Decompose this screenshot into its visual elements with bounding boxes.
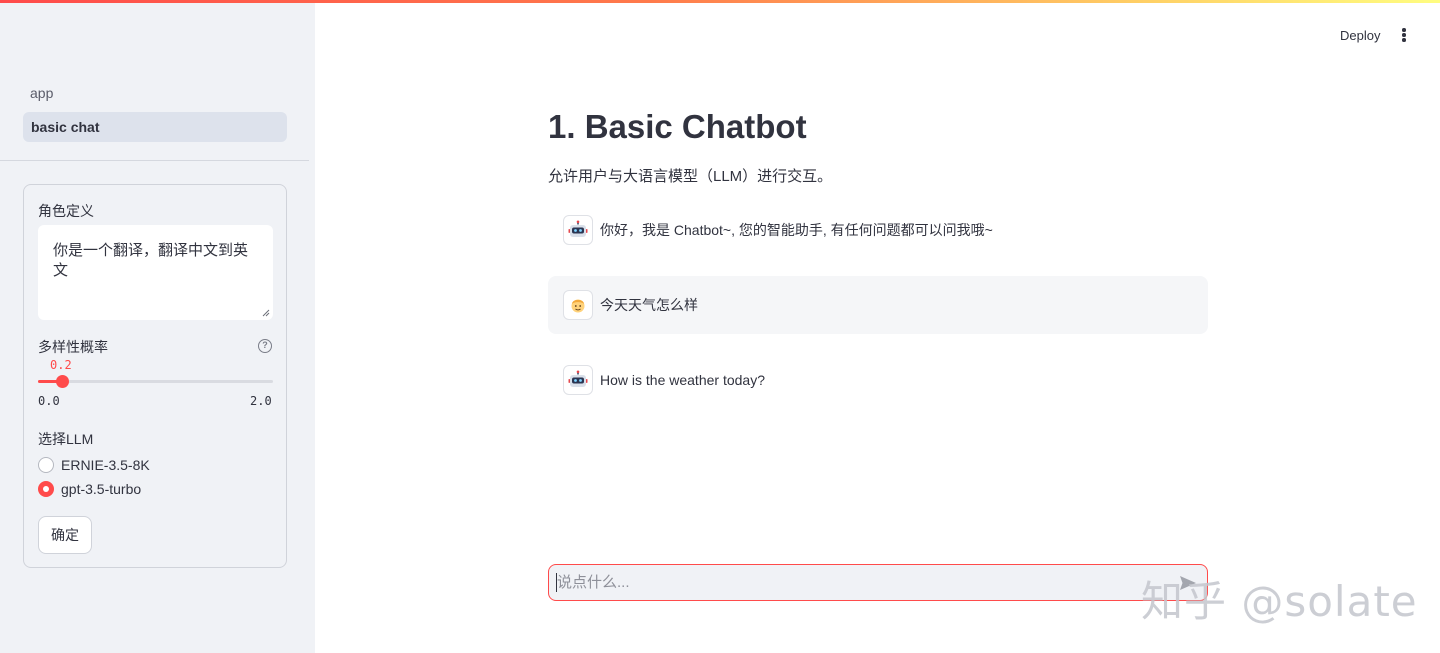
robot-icon bbox=[563, 215, 593, 245]
help-circle-icon[interactable]: ? bbox=[258, 339, 272, 353]
temperature-slider[interactable] bbox=[38, 375, 273, 388]
role-text-line2: 文 bbox=[53, 262, 69, 279]
sidebar-divider bbox=[0, 160, 309, 161]
message-text: 今天天气怎么样 bbox=[600, 297, 698, 313]
role-text-line1: 你是一个翻译，翻译中文到英 bbox=[53, 242, 249, 259]
resize-handle-icon[interactable] bbox=[262, 309, 270, 317]
slider-max: 2.0 bbox=[250, 394, 272, 408]
chat-input-box[interactable] bbox=[548, 564, 1208, 601]
temperature-label: 多样性概率 bbox=[38, 339, 108, 355]
settings-form: 角色定义 你是一个翻译，翻译中文到英 文 多样性概率 ? 0.2 0.0 2.0… bbox=[23, 184, 287, 568]
chat-message-assistant: 你好，我是 Chatbot~, 您的智能助手, 有任何问题都可以问我哦~ bbox=[548, 201, 1208, 259]
radio-label: gpt-3.5-turbo bbox=[61, 481, 142, 497]
nav-item-app[interactable]: app bbox=[30, 85, 53, 101]
kebab-menu-icon[interactable] bbox=[1402, 28, 1406, 42]
deploy-button[interactable]: Deploy bbox=[1340, 28, 1380, 43]
confirm-button[interactable]: 确定 bbox=[38, 516, 92, 554]
llm-label: 选择LLM bbox=[38, 431, 94, 447]
text-caret bbox=[556, 573, 557, 592]
radio-option-gpt[interactable]: gpt-3.5-turbo bbox=[38, 479, 141, 499]
chat-message-user: 今天天气怎么样 bbox=[548, 276, 1208, 334]
watermark-text: 知乎 @solate bbox=[1141, 577, 1418, 626]
chat-message-assistant: How is the weather today? bbox=[548, 351, 1208, 409]
slider-min: 0.0 bbox=[38, 394, 60, 408]
slider-thumb[interactable] bbox=[55, 375, 69, 388]
nav-item-basic-chat[interactable]: basic chat bbox=[23, 112, 287, 142]
temperature-value: 0.2 bbox=[50, 358, 72, 372]
message-text: 你好，我是 Chatbot~, 您的智能助手, 有任何问题都可以问我哦~ bbox=[600, 222, 993, 238]
radio-label: ERNIE-3.5-8K bbox=[61, 457, 150, 473]
message-text: How is the weather today? bbox=[600, 372, 765, 388]
chat-input[interactable] bbox=[557, 565, 1157, 600]
page-description: 允许用户与大语言模型（LLM）进行交互。 bbox=[548, 168, 833, 185]
sidebar: app basic chat 角色定义 你是一个翻译，翻译中文到英 文 多样性概… bbox=[0, 0, 315, 653]
robot-icon bbox=[563, 365, 593, 395]
radio-option-ernie[interactable]: ERNIE-3.5-8K bbox=[38, 455, 150, 475]
radio-checked-icon[interactable] bbox=[38, 481, 54, 497]
top-decoration-bar bbox=[0, 0, 1440, 3]
page-title: 1. Basic Chatbot bbox=[548, 108, 807, 145]
radio-unchecked-icon[interactable] bbox=[38, 457, 54, 473]
role-label: 角色定义 bbox=[38, 203, 94, 219]
user-face-icon bbox=[563, 290, 593, 320]
role-textarea[interactable]: 你是一个翻译，翻译中文到英 文 bbox=[38, 225, 273, 320]
